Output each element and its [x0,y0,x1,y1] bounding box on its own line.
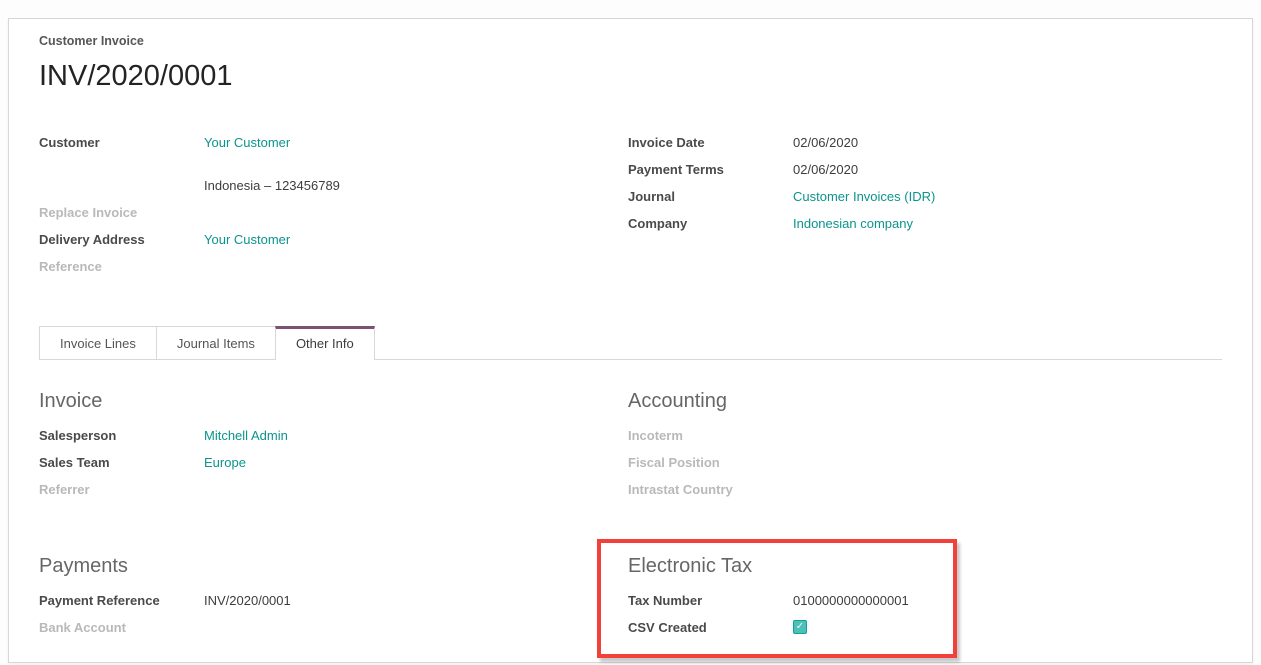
header-fields-right: Invoice Date 02/06/2020 Payment Terms 02… [628,135,1222,286]
delivery-address-value-link[interactable]: Your Customer [204,232,290,247]
sales-team-value-link[interactable]: Europe [204,455,246,470]
journal-label: Journal [628,189,793,204]
group-row-top: Invoice Salesperson Mitchell Admin Sales… [39,390,1222,509]
company-label: Company [628,216,793,231]
company-value-link[interactable]: Indonesian company [793,216,913,231]
invoice-form-panel: Customer Invoice INV/2020/0001 Customer … [8,18,1253,663]
group-accounting: Accounting Incoterm Fiscal Position Intr… [628,390,1222,509]
field-sales-team: Sales Team Europe [39,455,628,472]
field-payment-terms: Payment Terms 02/06/2020 [628,162,1222,179]
group-accounting-heading: Accounting [628,390,1222,413]
field-customer-address: Indonesia – 123456789 [39,178,628,195]
group-invoice: Invoice Salesperson Mitchell Admin Sales… [39,390,628,509]
invoice-sheet: Customer Invoice INV/2020/0001 Customer … [9,19,1252,662]
field-invoice-date: Invoice Date 02/06/2020 [628,135,1222,152]
payment-terms-value[interactable]: 02/06/2020 [793,162,858,177]
payment-reference-value[interactable]: INV/2020/0001 [204,593,291,608]
field-delivery-address: Delivery Address Your Customer [39,232,628,249]
field-customer: Customer Your Customer [39,135,628,152]
payment-terms-label: Payment Terms [628,162,793,177]
checkmark-icon: ✓ [796,621,804,632]
header-fields: Customer Your Customer Indonesia – 12345… [39,135,1222,286]
customer-value-link[interactable]: Your Customer [204,135,290,150]
field-reference: Reference [39,259,628,276]
tax-number-value[interactable]: 0100000000000001 [793,593,909,608]
incoterm-label: Incoterm [628,428,793,443]
invoice-date-label: Invoice Date [628,135,793,150]
field-replace-invoice: Replace Invoice [39,205,628,222]
field-incoterm: Incoterm [628,428,1222,445]
field-tax-number: Tax Number 0100000000000001 [628,593,1222,610]
sales-team-label: Sales Team [39,455,204,470]
customer-label: Customer [39,135,204,150]
field-payment-reference: Payment Reference INV/2020/0001 [39,593,628,610]
invoice-date-value[interactable]: 02/06/2020 [793,135,858,150]
salesperson-label: Salesperson [39,428,204,443]
group-electronic-tax-heading: Electronic Tax [628,555,1222,578]
tab-journal-items[interactable]: Journal Items [156,326,276,359]
delivery-address-label: Delivery Address [39,232,204,247]
field-intrastat-country: Intrastat Country [628,482,1222,499]
notebook-tabbar: Invoice Lines Journal Items Other Info [39,326,1222,360]
tab-other-info[interactable]: Other Info [275,326,375,360]
field-company: Company Indonesian company [628,216,1222,233]
field-referrer: Referrer [39,482,628,499]
field-journal: Journal Customer Invoices (IDR) [628,189,1222,206]
bank-account-label: Bank Account [39,620,204,635]
header-fields-left: Customer Your Customer Indonesia – 12345… [39,135,628,286]
tax-number-label: Tax Number [628,593,793,608]
csv-created-label: CSV Created [628,620,793,635]
group-payments: Payments Payment Reference INV/2020/0001… [39,555,628,647]
field-fiscal-position: Fiscal Position [628,455,1222,472]
fiscal-position-label: Fiscal Position [628,455,793,470]
intrastat-country-label: Intrastat Country [628,482,793,497]
csv-created-checkbox[interactable]: ✓ [793,620,807,634]
salesperson-value-link[interactable]: Mitchell Admin [204,428,288,443]
invoice-number-title: INV/2020/0001 [39,60,1222,93]
group-invoice-heading: Invoice [39,390,628,413]
referrer-label: Referrer [39,482,204,497]
field-salesperson: Salesperson Mitchell Admin [39,428,628,445]
group-payments-heading: Payments [39,555,628,578]
other-info-tab-content: Invoice Salesperson Mitchell Admin Sales… [39,360,1222,647]
customer-address-value: Indonesia – 123456789 [204,178,340,193]
field-csv-created: CSV Created ✓ [628,620,1222,637]
field-bank-account: Bank Account [39,620,628,637]
group-row-bottom: Payments Payment Reference INV/2020/0001… [39,555,1222,647]
reference-label: Reference [39,259,204,274]
journal-value-link[interactable]: Customer Invoices (IDR) [793,189,935,204]
payment-reference-label: Payment Reference [39,593,204,608]
tab-invoice-lines[interactable]: Invoice Lines [39,326,157,359]
doc-type-label: Customer Invoice [39,34,1222,48]
replace-invoice-label: Replace Invoice [39,205,204,220]
group-electronic-tax: Electronic Tax Tax Number 01000000000000… [628,555,1222,647]
